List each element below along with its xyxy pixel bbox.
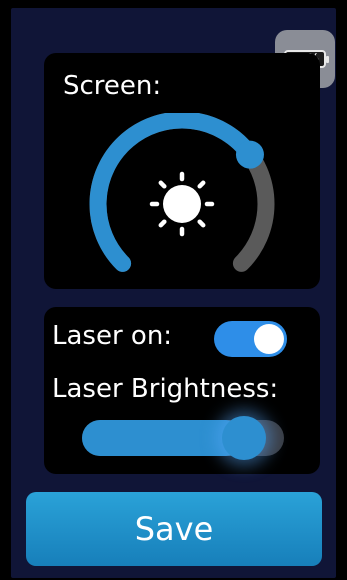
laser-brightness-slider[interactable]	[82, 416, 284, 460]
laser-on-label: Laser on:	[52, 321, 173, 351]
battery-tip	[326, 56, 329, 63]
laser-brightness-slider-knob[interactable]	[221, 416, 266, 460]
sun-icon	[149, 171, 215, 237]
laser-brightness-slider-fill	[82, 420, 244, 456]
laser-toggle[interactable]	[214, 321, 287, 357]
laser-toggle-knob	[254, 324, 284, 354]
laser-settings-panel: Laser on: Laser Brightness:	[44, 307, 320, 474]
save-button[interactable]: Save	[26, 492, 322, 566]
screen-brightness-dial[interactable]	[80, 113, 286, 283]
screen-label: Screen:	[63, 71, 162, 101]
screen-brightness-panel: Screen:	[44, 53, 320, 289]
laser-brightness-label: Laser Brightness:	[52, 374, 279, 404]
dial-knob[interactable]	[235, 140, 264, 169]
